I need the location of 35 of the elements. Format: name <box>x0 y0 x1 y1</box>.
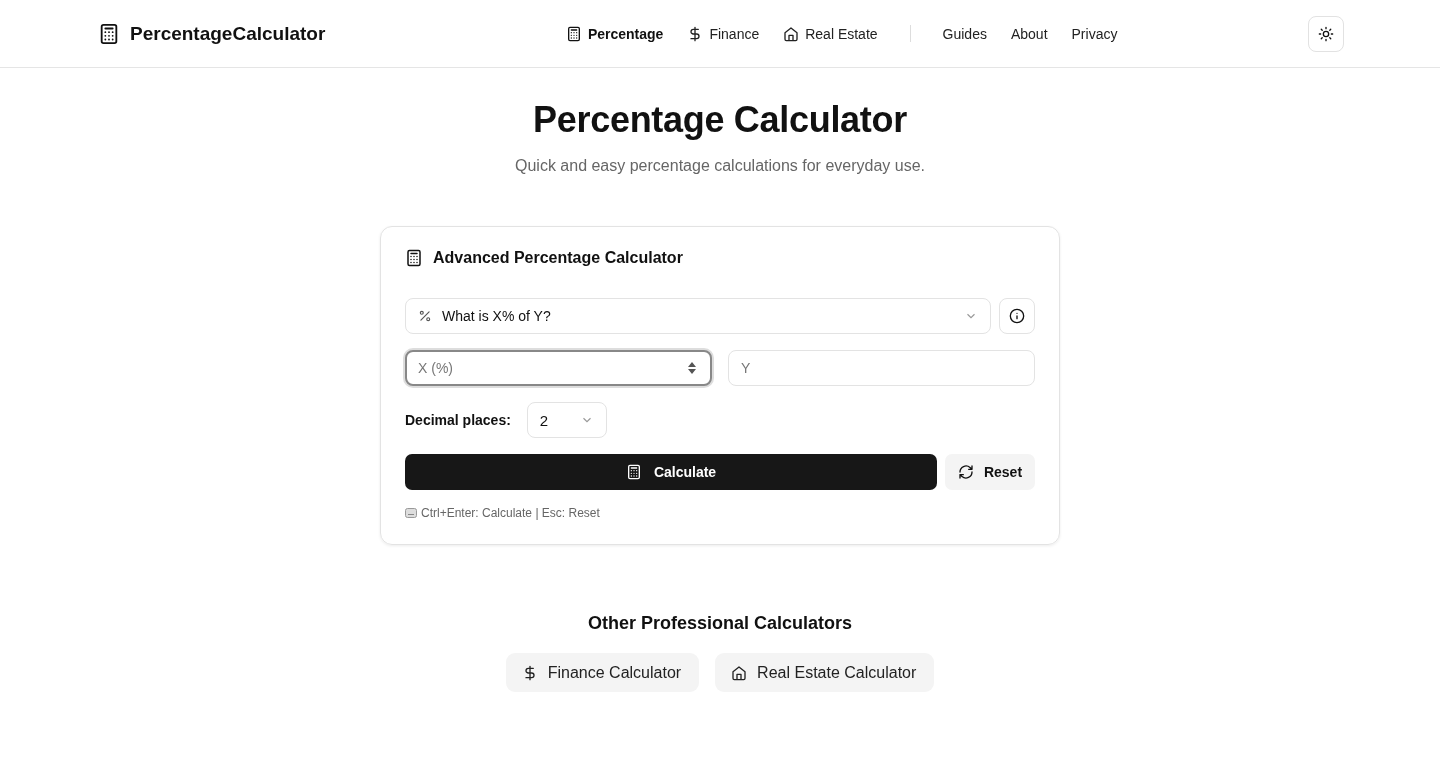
nav-link[interactable]: Finance <box>687 25 760 42</box>
shortcut-hint: Ctrl+Enter: Calculate | Esc: Reset <box>421 506 600 520</box>
calculator-icon <box>625 464 642 480</box>
number-field[interactable]: X (%) <box>405 350 712 386</box>
info-button[interactable] <box>999 298 1035 334</box>
house-icon <box>731 664 748 681</box>
nav-link[interactable]: Percentage <box>565 25 664 42</box>
sun-icon <box>1318 25 1334 42</box>
calculator-link[interactable]: Real Estate Calculator <box>715 653 935 692</box>
decimal-places-select[interactable]: 2 <box>526 402 607 438</box>
reset-button[interactable]: Reset <box>945 454 1035 490</box>
mode-select[interactable]: What is X% of Y? <box>405 298 991 334</box>
input-field[interactable]: Y <box>728 350 1035 386</box>
calculator-icon <box>98 22 120 45</box>
card-title: Advanced Percentage Calculator <box>433 249 683 267</box>
site-logo[interactable]: PercentageCalculator <box>130 22 326 45</box>
house-icon <box>783 25 800 42</box>
nav-link[interactable]: Real Estate <box>783 25 878 42</box>
stepper-icon[interactable] <box>686 360 698 376</box>
section-title: Other Professional Calculators <box>586 613 854 634</box>
info-icon <box>1009 308 1025 324</box>
percent-icon <box>418 309 432 323</box>
nav-link[interactable]: Privacy <box>1071 25 1118 42</box>
theme-toggle-button[interactable] <box>1308 15 1344 52</box>
calculate-button[interactable]: Calculate <box>405 454 937 490</box>
calculator-link[interactable]: Finance Calculator <box>505 653 700 692</box>
calculator-icon <box>565 25 582 42</box>
nav-link[interactable]: Guides <box>942 25 987 42</box>
calculator-icon <box>405 249 423 267</box>
nav-link[interactable]: About <box>1010 25 1048 42</box>
refresh-icon <box>957 464 974 480</box>
keyboard-icon <box>405 508 417 518</box>
decimal-places-label: Decimal places: <box>405 412 511 428</box>
page-title: Percentage Calculator <box>532 99 908 141</box>
page-subtitle: Quick and easy percentage calculations for everyday use. <box>515 157 925 175</box>
